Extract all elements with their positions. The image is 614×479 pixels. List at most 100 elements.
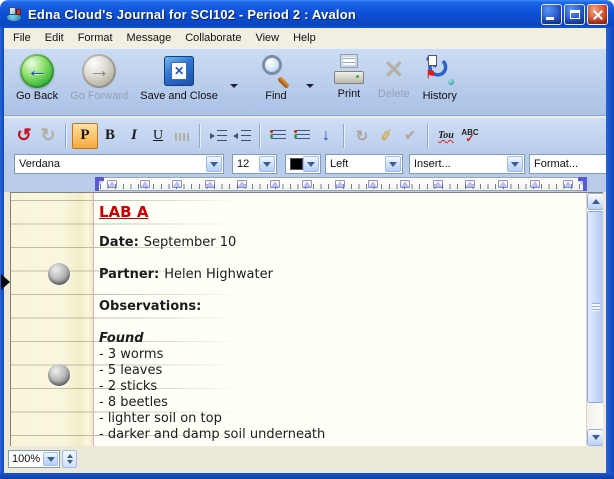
notebook-margin-line — [93, 193, 94, 446]
undo-icon: ↺ — [16, 125, 31, 146]
observations-heading: Observations: — [99, 299, 201, 314]
alignment-select[interactable]: Left — [325, 154, 403, 174]
menu-edit[interactable]: Edit — [38, 30, 71, 46]
toolbar-separator — [343, 124, 345, 148]
save-and-close-dropdown-arrow[interactable] — [224, 88, 244, 106]
go-back-icon: ← — [20, 54, 54, 88]
scroll-up-button[interactable] — [587, 193, 603, 210]
found-list: - 3 worms - 5 leaves - 2 sticks - 8 beet… — [99, 347, 325, 443]
journal-page[interactable]: LAB A Date:September 10 Partner:Helen Hi… — [10, 192, 603, 446]
zoom-level-select[interactable]: 100% — [8, 450, 60, 468]
right-margin-marker[interactable] — [578, 177, 587, 191]
zoom-spinner[interactable] — [62, 450, 77, 468]
maximize-icon — [570, 10, 580, 19]
chevron-down-icon[interactable] — [507, 156, 523, 172]
history-person-icon — [448, 79, 454, 85]
spell-check-button[interactable]: ABC ✓ — [458, 123, 482, 149]
menu-message[interactable]: Message — [120, 30, 179, 46]
document-title: LAB A — [99, 203, 148, 221]
find-icon — [258, 54, 294, 88]
ruler-tab-markers — [108, 181, 572, 187]
history-flag-icon: ⚑ — [426, 68, 436, 81]
status-bar: 100% — [4, 446, 606, 473]
bold-button[interactable]: B — [98, 123, 122, 149]
scrollbar-thumb[interactable] — [587, 211, 603, 403]
print-button[interactable]: Print — [326, 53, 372, 101]
underline-button[interactable]: U — [146, 123, 170, 149]
chevron-down-icon[interactable] — [259, 156, 275, 172]
chevron-down-icon — [592, 435, 600, 440]
paragraph-spacing-button[interactable] — [266, 123, 290, 149]
find-dropdown-arrow[interactable] — [300, 88, 320, 106]
menu-help[interactable]: Help — [286, 30, 323, 46]
chevron-down-icon[interactable] — [43, 452, 58, 466]
plain-style-icon — [175, 133, 189, 141]
move-down-button[interactable]: ↓ — [314, 123, 338, 149]
chevron-down-icon — [306, 84, 314, 105]
chevron-down-icon[interactable] — [385, 156, 401, 172]
go-forward-button: → Go Forward — [64, 53, 134, 103]
application-window: Edna Cloud's Journal for SCI102 - Period… — [0, 0, 614, 479]
chevron-down-icon[interactable] — [206, 156, 222, 172]
italic-button[interactable]: I — [122, 123, 146, 149]
check-spelling-as-you-type-button[interactable]: Tou — [434, 123, 458, 149]
paragraph-spacing-icon — [271, 130, 286, 141]
minimize-button[interactable] — [541, 4, 562, 25]
refresh-icon: ↻ — [356, 127, 369, 145]
go-back-button[interactable]: ← Go Back — [10, 53, 64, 103]
font-size-select[interactable]: 12 — [232, 154, 277, 174]
undo-button[interactable]: ↺ — [12, 123, 36, 149]
history-button[interactable]: ↻ ⚑ History — [416, 53, 464, 103]
scroll-down-button[interactable] — [587, 429, 603, 446]
accept-edits-icon: ✔ — [404, 127, 416, 144]
editor-workspace: LAB A Date:September 10 Partner:Helen Hi… — [4, 192, 606, 446]
formatting-toolbar: ↺ ↻ P B I U ↓ ↻ ✐ ✔ Tou — [4, 117, 606, 153]
toolbar-separator — [427, 124, 429, 148]
style-combo-row: Verdana 12 Left Insert... Format... — [4, 153, 606, 176]
toolbar-separator — [259, 124, 261, 148]
vertical-scrollbar[interactable] — [586, 193, 603, 446]
application-icon — [6, 6, 23, 22]
history-icon: ↻ ⚑ — [422, 54, 458, 88]
close-button[interactable] — [587, 4, 608, 25]
font-family-select[interactable]: Verdana — [14, 154, 224, 174]
document-text[interactable]: LAB A Date:September 10 Partner:Helen Hi… — [99, 193, 573, 446]
highlight-pen-button[interactable]: ✐ — [374, 123, 398, 149]
save-and-close-button[interactable]: ✕ Save and Close — [134, 53, 224, 103]
redo-icon: ↻ — [40, 125, 55, 146]
save-and-close-icon: ✕ — [164, 56, 194, 86]
margin-collapse-handle[interactable] — [1, 274, 10, 290]
window-title: Edna Cloud's Journal for SCI102 - Period… — [28, 7, 541, 22]
delete-button: ✕ Delete — [372, 53, 416, 101]
left-margin-marker[interactable] — [95, 177, 104, 191]
decrease-indent-button[interactable] — [230, 123, 254, 149]
menu-format[interactable]: Format — [71, 30, 120, 46]
list-item: - 8 beetles — [99, 395, 325, 411]
punch-hole — [48, 364, 70, 386]
toolbar-separator — [65, 124, 67, 148]
increase-indent-button[interactable] — [206, 123, 230, 149]
menu-collaborate[interactable]: Collaborate — [178, 30, 248, 46]
chevron-down-icon — [230, 84, 238, 105]
delete-icon: ✕ — [383, 54, 404, 86]
find-button[interactable]: Find — [252, 53, 300, 103]
decrease-indent-icon — [233, 130, 251, 141]
paragraph-style-button[interactable]: P — [72, 123, 98, 149]
menu-file[interactable]: File — [6, 30, 38, 46]
insert-select[interactable]: Insert... — [409, 154, 525, 174]
chevron-up-icon — [592, 199, 600, 204]
title-bar: Edna Cloud's Journal for SCI102 - Period… — [0, 0, 614, 28]
menu-view[interactable]: View — [248, 30, 286, 46]
main-toolbar: ← Go Back → Go Forward ✕ Save and Close … — [4, 48, 606, 116]
format-select[interactable]: Format... — [529, 154, 606, 174]
window-border-left — [0, 26, 4, 479]
line-spacing-icon — [295, 130, 310, 141]
font-color-select[interactable] — [285, 154, 321, 174]
chevron-down-icon[interactable] — [303, 156, 319, 172]
ruler — [95, 177, 587, 191]
maximize-button[interactable] — [564, 4, 585, 25]
ruler-row — [4, 176, 606, 192]
toolbar-separator — [199, 124, 201, 148]
spell-check-icon: ABC ✓ — [461, 129, 478, 143]
line-spacing-button[interactable] — [290, 123, 314, 149]
